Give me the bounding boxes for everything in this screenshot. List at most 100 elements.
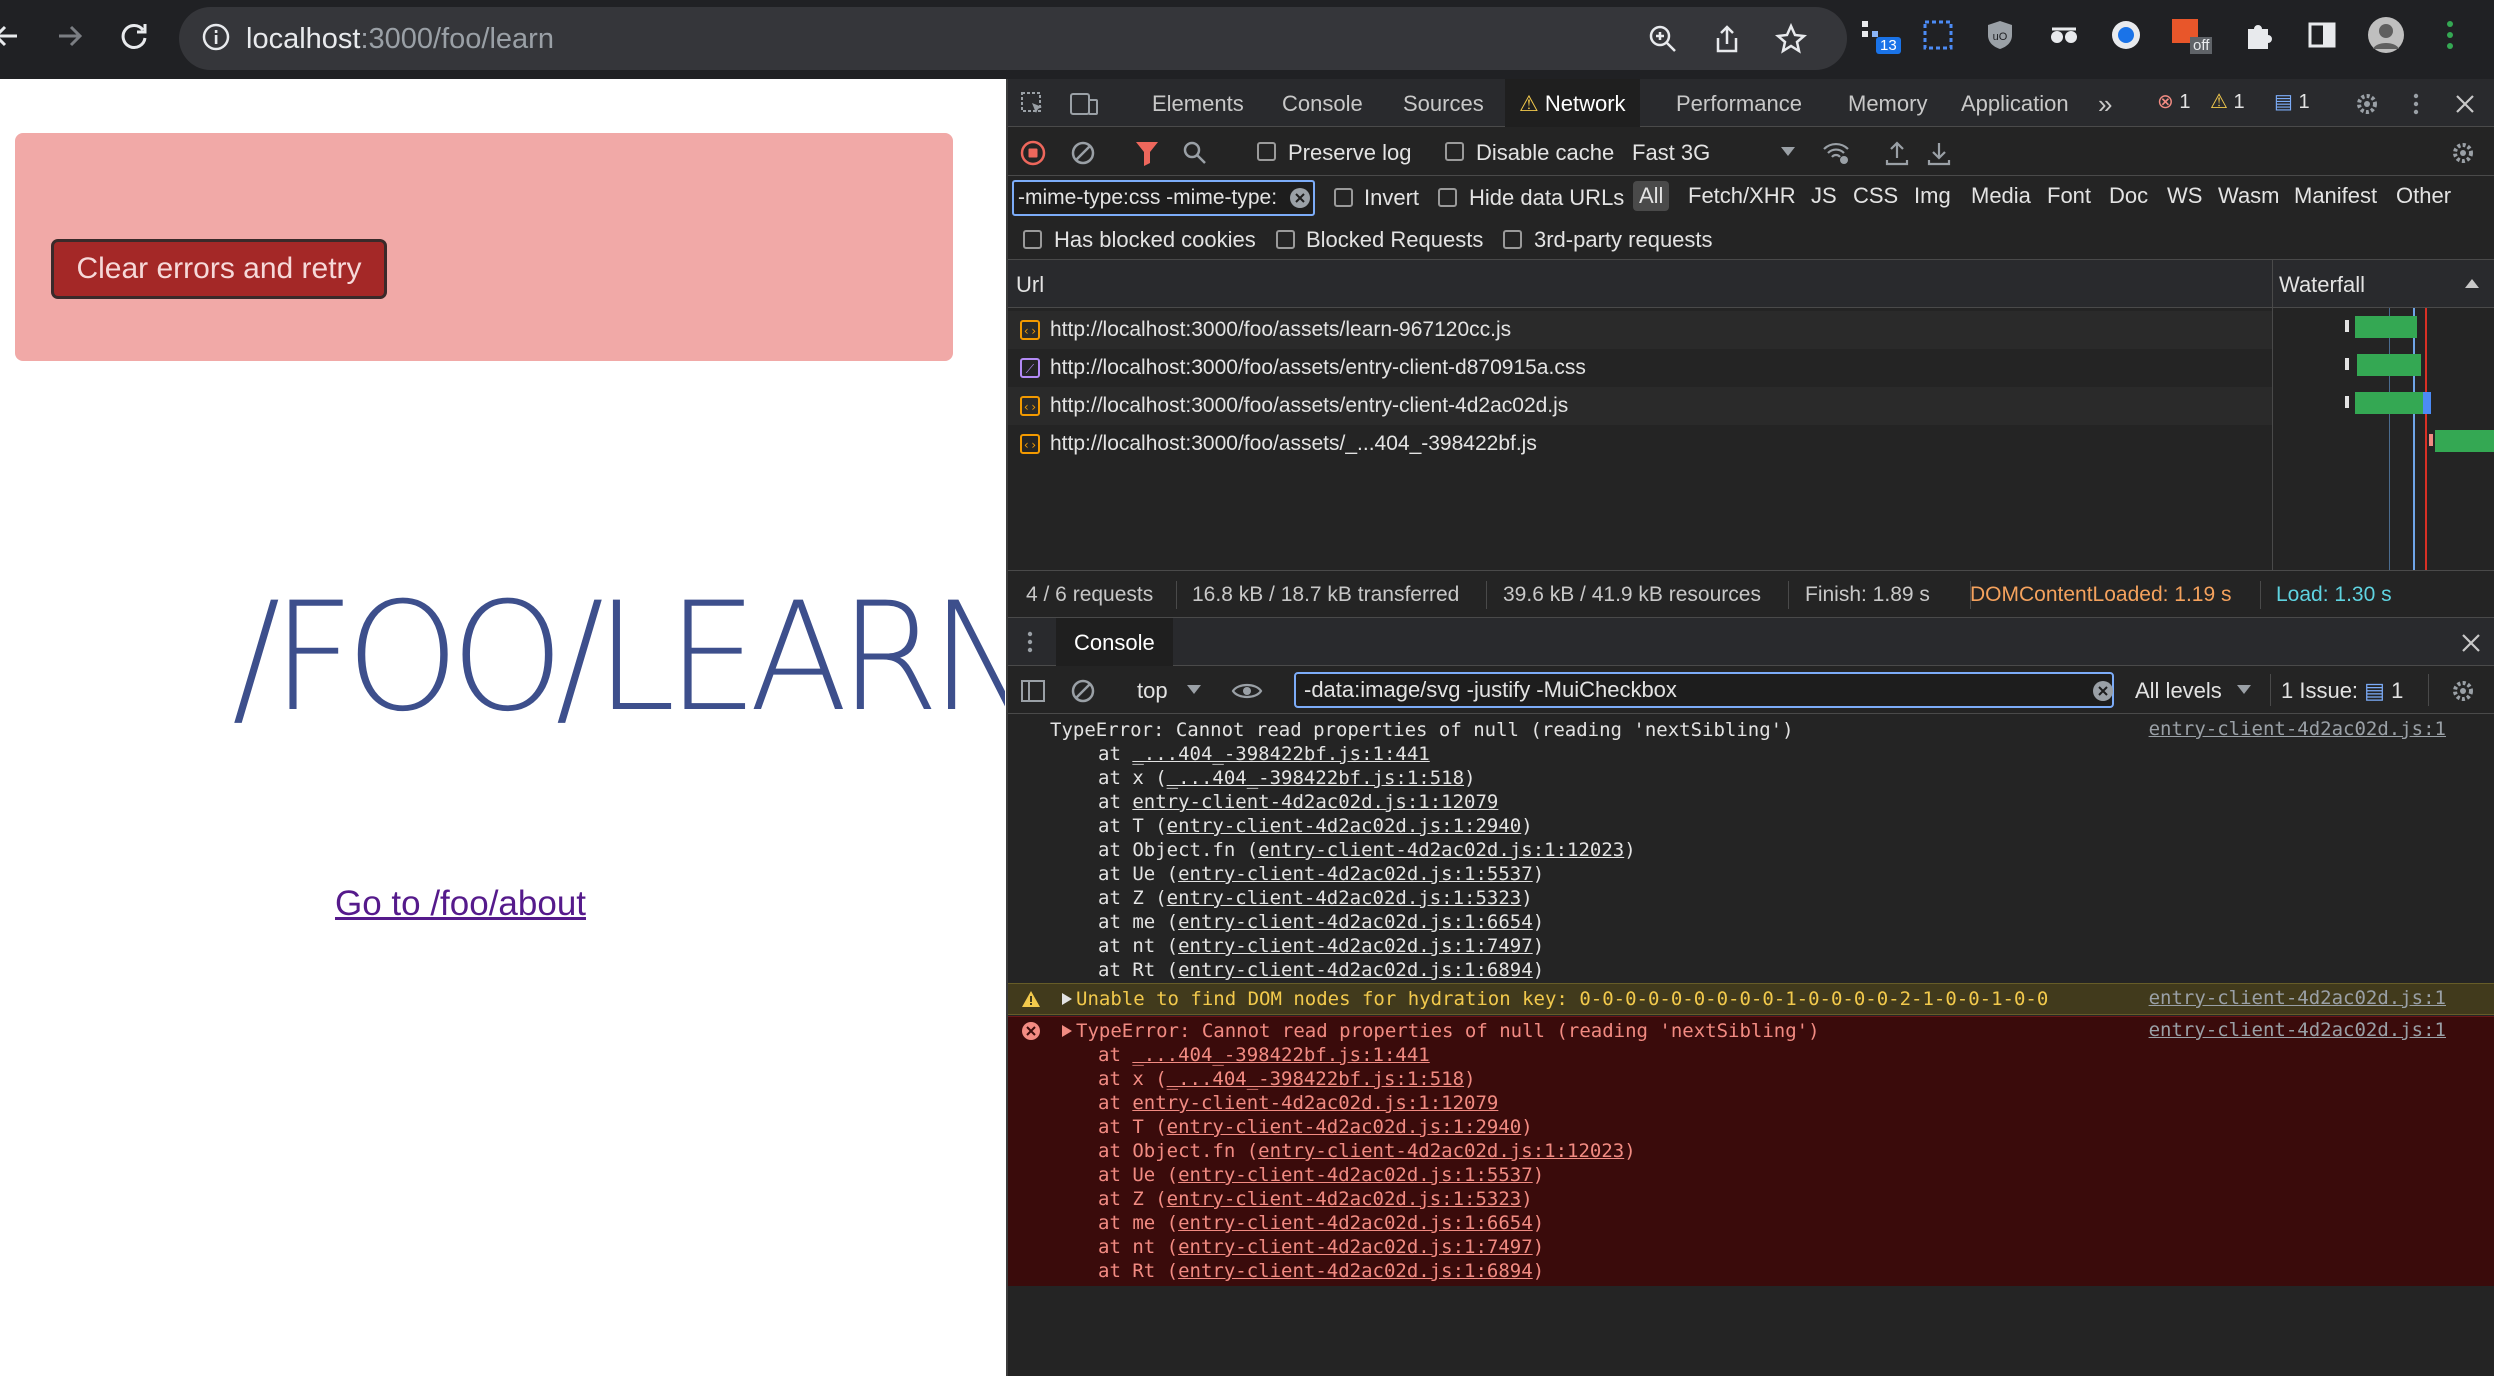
chrome-menu-icon[interactable]	[2430, 15, 2470, 55]
blocked-requests-checkbox[interactable]	[1276, 230, 1295, 249]
tab-memory[interactable]: Memory	[1848, 79, 1927, 127]
tab-network[interactable]: ⚠ Network	[1505, 79, 1640, 127]
tab-sources[interactable]: Sources	[1403, 79, 1484, 127]
message-count-badge[interactable]: ▤ 1	[2268, 88, 2316, 118]
column-header-waterfall[interactable]: Waterfall	[2272, 260, 2494, 308]
context-select[interactable]: top	[1137, 678, 1168, 704]
error-count-badge[interactable]: ⊗ 1	[2151, 88, 2196, 118]
stack-frame-link[interactable]: entry-client-4d2ac02d.js:1:5323	[1167, 1188, 1522, 1210]
stack-frame-link[interactable]: entry-client-4d2ac02d.js:1:5537	[1178, 1164, 1533, 1186]
dropdown-caret-icon[interactable]	[1778, 140, 1798, 164]
stack-frame-link[interactable]: entry-client-4d2ac02d.js:1:7497	[1178, 1236, 1533, 1258]
reload-icon[interactable]	[112, 14, 156, 58]
more-tabs-icon[interactable]: »	[2098, 79, 2112, 127]
type-filter-img[interactable]: Img	[1914, 183, 1951, 209]
side-panel-icon[interactable]	[2302, 15, 2342, 55]
console-sidebar-icon[interactable]	[1018, 676, 1048, 706]
levels-caret-icon[interactable]	[2234, 680, 2254, 700]
log-levels-select[interactable]: All levels	[2135, 678, 2222, 704]
close-devtools-icon[interactable]	[2450, 89, 2480, 119]
issues-button[interactable]: 1 Issue: ▤ 1	[2281, 678, 2403, 704]
network-filter-input[interactable]: -mime-type:css -mime-type:	[1012, 180, 1315, 216]
share-icon[interactable]	[1709, 21, 1745, 57]
console-filter-input[interactable]: -data:image/svg -justify -MuiCheckbox	[1294, 672, 2114, 708]
tab-performance[interactable]: Performance	[1676, 79, 1802, 127]
clear-errors-retry-button[interactable]: Clear errors and retry	[51, 239, 387, 299]
type-filter-css[interactable]: CSS	[1853, 183, 1898, 209]
preserve-log-checkbox[interactable]	[1257, 142, 1276, 161]
warning-count-badge[interactable]: ⚠ 1	[2204, 88, 2251, 118]
export-har-icon[interactable]	[1924, 138, 1954, 168]
settings-gear-icon[interactable]	[2352, 89, 2382, 119]
type-filter-media[interactable]: Media	[1971, 183, 2031, 209]
inspect-element-icon[interactable]	[1018, 89, 1048, 119]
drawer-tab-console[interactable]: Console	[1056, 618, 1173, 666]
column-header-url[interactable]: Url	[1016, 272, 1044, 298]
type-filter-js[interactable]: JS	[1811, 183, 1837, 209]
extension-grid-icon[interactable]: 13	[1858, 15, 1901, 55]
spy-glasses-icon[interactable]	[2044, 15, 2084, 55]
site-info-icon[interactable]	[201, 22, 233, 54]
stack-frame-link[interactable]: entry-client-4d2ac02d.js:1:5537	[1178, 863, 1533, 885]
puzzle-extensions-icon[interactable]	[2238, 15, 2278, 55]
table-row[interactable]: ‹› http://localhost:3000/foo/assets/lear…	[1008, 311, 2272, 349]
stack-frame-link[interactable]: entry-client-4d2ac02d.js:1:12023	[1258, 1140, 1624, 1162]
type-filter-fetch-xhr[interactable]: Fetch/XHR	[1688, 183, 1796, 209]
table-row[interactable]: ‹› http://localhost:3000/foo/assets/_...…	[1008, 425, 2272, 463]
record-stop-icon[interactable]	[1018, 138, 1048, 168]
address-bar[interactable]: localhost:3000/foo/learn	[179, 7, 1847, 70]
stack-frame-link[interactable]: entry-client-4d2ac02d.js:1:6654	[1178, 911, 1533, 933]
type-filter-doc[interactable]: Doc	[2109, 183, 2148, 209]
filter-funnel-icon[interactable]	[1132, 138, 1162, 168]
type-filter-manifest[interactable]: Manifest	[2294, 183, 2377, 209]
table-row[interactable]: ⟋ http://localhost:3000/foo/assets/entry…	[1008, 349, 2272, 387]
tab-application[interactable]: Application	[1961, 79, 2069, 127]
stack-frame-link[interactable]: entry-client-4d2ac02d.js:1:12079	[1132, 791, 1498, 813]
device-toolbar-icon[interactable]	[1068, 89, 1100, 119]
source-link[interactable]: entry-client-4d2ac02d.js:1	[2149, 1019, 2446, 1041]
avatar[interactable]	[2366, 15, 2406, 55]
has-blocked-cookies-checkbox[interactable]	[1023, 230, 1042, 249]
kebab-menu-icon[interactable]	[2404, 89, 2428, 119]
drawer-menu-icon[interactable]	[1020, 628, 1040, 656]
stack-frame-link[interactable]: entry-client-4d2ac02d.js:1:2940	[1167, 815, 1522, 837]
throttling-select[interactable]: Fast 3G	[1632, 140, 1710, 166]
bookmark-star-icon[interactable]	[1773, 21, 1809, 57]
network-settings-gear-icon[interactable]	[2448, 138, 2478, 168]
stack-frame-link[interactable]: entry-client-4d2ac02d.js:1:6654	[1178, 1212, 1533, 1234]
stack-frame-link[interactable]: entry-client-4d2ac02d.js:1:2940	[1167, 1116, 1522, 1138]
stack-frame-link[interactable]: _...404_-398422bf.js:1:441	[1132, 743, 1429, 765]
stack-frame-link[interactable]: entry-client-4d2ac02d.js:1:7497	[1178, 935, 1533, 957]
type-filter-other[interactable]: Other	[2396, 183, 2451, 209]
clear-console-icon[interactable]	[1068, 676, 1098, 706]
about-link[interactable]: Go to /foo/about	[335, 884, 586, 924]
context-caret-icon[interactable]	[1184, 680, 1204, 700]
password-manager-icon[interactable]	[2106, 15, 2146, 55]
console-settings-gear-icon[interactable]	[2448, 676, 2478, 706]
network-conditions-icon[interactable]	[1820, 138, 1852, 168]
type-filter-font[interactable]: Font	[2047, 183, 2091, 209]
ublock-shield-icon[interactable]: uO	[1980, 15, 2020, 55]
hide-data-urls-checkbox[interactable]	[1438, 188, 1457, 207]
type-filter-all[interactable]: All	[1633, 181, 1670, 211]
type-filter-ws[interactable]: WS	[2167, 183, 2202, 209]
live-expression-eye-icon[interactable]	[1230, 676, 1264, 706]
table-row[interactable]: ‹› http://localhost:3000/foo/assets/entr…	[1008, 387, 2272, 425]
stack-frame-link[interactable]: _...404_-398422bf.js:1:518	[1167, 1068, 1464, 1090]
tab-console[interactable]: Console	[1282, 79, 1363, 127]
clear-filter-icon[interactable]	[1288, 186, 1312, 210]
stack-frame-link[interactable]: entry-client-4d2ac02d.js:1:5323	[1167, 887, 1522, 909]
devtools-extension-icon[interactable]: off	[2168, 15, 2213, 55]
type-filter-wasm[interactable]: Wasm	[2218, 183, 2280, 209]
stack-frame-link[interactable]: _...404_-398422bf.js:1:518	[1167, 767, 1464, 789]
disable-cache-checkbox[interactable]	[1445, 142, 1464, 161]
stack-frame-link[interactable]: entry-client-4d2ac02d.js:1:12023	[1258, 839, 1624, 861]
source-link[interactable]: entry-client-4d2ac02d.js:1	[2149, 718, 2446, 740]
expand-triangle-icon[interactable]	[1060, 992, 1074, 1006]
source-link[interactable]: entry-client-4d2ac02d.js:1	[2149, 987, 2446, 1009]
url-text[interactable]: localhost:3000/foo/learn	[246, 23, 554, 56]
stack-frame-link[interactable]: entry-client-4d2ac02d.js:1:6894	[1178, 959, 1533, 981]
zoom-icon[interactable]	[1645, 21, 1681, 57]
third-party-checkbox[interactable]	[1503, 230, 1522, 249]
import-har-icon[interactable]	[1882, 138, 1912, 168]
